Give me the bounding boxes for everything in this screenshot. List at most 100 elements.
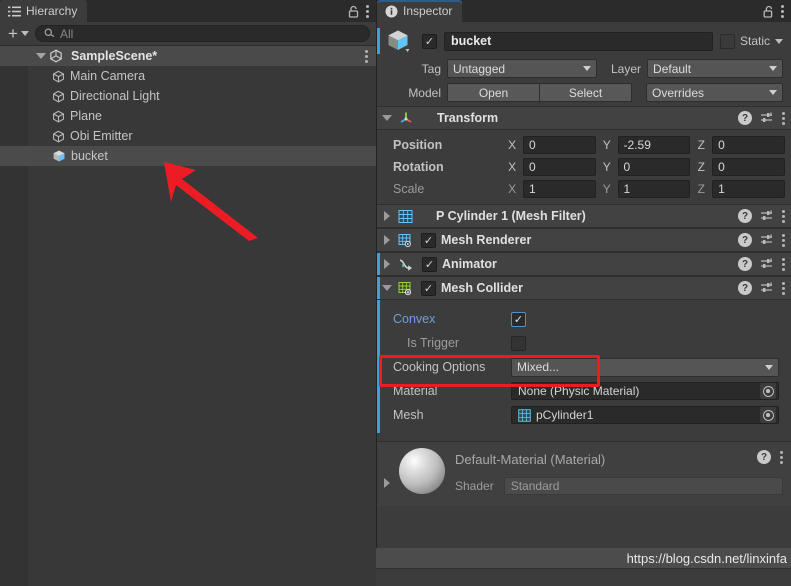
model-select-label: Select	[568, 85, 603, 100]
kebab-menu-icon[interactable]	[782, 257, 785, 271]
help-icon[interactable]: ?	[738, 281, 752, 295]
preset-icon[interactable]	[760, 281, 774, 295]
component-accent-bar	[377, 253, 380, 275]
kebab-menu-icon[interactable]	[782, 281, 785, 295]
transform-row-scale: Scale X 1 Y 1 Z 1	[383, 178, 786, 200]
component-header-mesh-filter[interactable]: P Cylinder 1 (Mesh Filter) ?	[377, 204, 791, 228]
is-trigger-checkbox[interactable]	[511, 335, 526, 351]
scale-x-field[interactable]: 1	[522, 180, 596, 198]
lock-icon[interactable]	[763, 5, 774, 18]
axis-x-label: X	[508, 160, 517, 174]
object-picker-icon[interactable]	[760, 383, 776, 399]
kebab-menu-icon[interactable]	[780, 450, 783, 464]
scale-y-field[interactable]: 1	[617, 180, 691, 198]
help-icon[interactable]: ?	[757, 450, 771, 464]
kebab-menu-icon[interactable]	[782, 233, 785, 247]
help-icon[interactable]: ?	[738, 233, 752, 247]
position-y-field[interactable]: -2.59	[617, 136, 691, 154]
mesh-object-field[interactable]: pCylinder1	[511, 406, 779, 424]
tab-inspector[interactable]: Inspector	[377, 0, 463, 22]
help-icon[interactable]: ?	[738, 111, 752, 125]
shader-value: Standard	[510, 479, 560, 493]
overrides-dropdown[interactable]: Overrides	[646, 83, 783, 102]
add-gameobject-button[interactable]: +	[6, 24, 31, 44]
static-checkbox[interactable]	[719, 33, 735, 49]
gameobject-icon	[52, 90, 65, 103]
mesh-label: Mesh	[393, 408, 424, 422]
transform-foldout[interactable]	[381, 115, 393, 121]
kebab-menu-icon[interactable]	[366, 4, 369, 18]
mesh-renderer-enabled-checkbox[interactable]: ✓	[421, 232, 436, 248]
scale-z-field[interactable]: 1	[712, 180, 786, 198]
tag-value: Untagged	[453, 61, 506, 76]
component-header-transform[interactable]: Transform ?	[377, 106, 791, 130]
model-select-button[interactable]: Select	[539, 83, 632, 102]
chevron-down-icon[interactable]	[36, 53, 46, 59]
material-object-field[interactable]: None (Physic Material)	[511, 382, 779, 400]
lock-icon[interactable]	[348, 5, 359, 18]
position-z-field[interactable]: 0	[712, 136, 786, 154]
add-gameobject-label: +	[8, 23, 18, 43]
kebab-menu-icon[interactable]	[782, 111, 785, 125]
cooking-options-dropdown[interactable]: Mixed...	[511, 357, 779, 377]
tag-dropdown[interactable]: Untagged	[447, 59, 597, 78]
rotation-y-field[interactable]: 0	[617, 158, 691, 176]
mesh-collider-foldout[interactable]	[381, 285, 393, 291]
layer-dropdown[interactable]: Default	[647, 59, 783, 78]
rotation-x-value: 0	[528, 160, 536, 174]
scene-kebab-menu-icon[interactable]	[365, 49, 368, 63]
preset-icon[interactable]	[760, 111, 774, 125]
hierarchy-tabstrip: Hierarchy	[0, 0, 376, 22]
gameobject-name-field[interactable]: bucket	[444, 31, 713, 51]
search-placeholder: All	[59, 26, 74, 41]
preset-icon[interactable]	[760, 257, 774, 271]
hierarchy-item-label: Directional Light	[70, 89, 160, 103]
hierarchy-item-obi-emitter[interactable]: Obi Emitter	[0, 126, 376, 146]
kebab-menu-icon[interactable]	[781, 4, 784, 18]
mesh-value: pCylinder1	[536, 408, 594, 422]
transform-axis-icon	[398, 110, 414, 126]
position-x-field[interactable]: 0	[522, 136, 596, 154]
preset-icon[interactable]	[760, 209, 774, 223]
preset-icon[interactable]	[760, 233, 774, 247]
tab-hierarchy[interactable]: Hierarchy	[0, 0, 88, 22]
object-picker-icon[interactable]	[760, 407, 776, 423]
search-input[interactable]: All	[34, 25, 370, 42]
chevron-right-icon	[384, 478, 390, 488]
help-icon[interactable]: ?	[738, 209, 752, 223]
kebab-menu-icon[interactable]	[782, 209, 785, 223]
hierarchy-scene-row[interactable]: SampleScene*	[0, 46, 376, 66]
shader-dropdown[interactable]: Standard	[503, 477, 783, 495]
convex-checkbox[interactable]: ✓	[511, 311, 526, 327]
position-x-value: 0	[528, 138, 536, 152]
mesh-filter-foldout[interactable]	[381, 211, 393, 221]
mesh-collider-enabled-checkbox[interactable]: ✓	[421, 280, 436, 296]
component-header-mesh-renderer[interactable]: ✓ Mesh Renderer ?	[377, 228, 791, 252]
rotation-z-field[interactable]: 0	[712, 158, 786, 176]
component-header-animator[interactable]: ✓ Animator ?	[377, 252, 791, 276]
mesh-filter-title: P Cylinder 1 (Mesh Filter)	[436, 209, 586, 223]
prefab-icon	[377, 28, 415, 54]
component-header-mesh-collider[interactable]: ✓ Mesh Collider ?	[377, 276, 791, 300]
hierarchy-item-plane[interactable]: Plane	[0, 106, 376, 126]
hierarchy-item-main-camera[interactable]: Main Camera	[0, 66, 376, 86]
mesh-filter-icon	[518, 408, 531, 422]
mesh-renderer-foldout[interactable]	[381, 235, 393, 245]
hierarchy-item-bucket[interactable]: bucket	[0, 146, 376, 166]
gameobject-icon	[52, 130, 65, 143]
animator-enabled-checkbox[interactable]: ✓	[422, 256, 437, 272]
chevron-down-icon[interactable]	[775, 38, 783, 44]
chevron-down-icon	[382, 285, 392, 291]
hierarchy-item-label: bucket	[71, 149, 108, 163]
rotation-x-field[interactable]: 0	[522, 158, 596, 176]
material-foldout[interactable]	[381, 478, 393, 488]
transform-position-label: Position	[393, 138, 443, 152]
hierarchy-tree: SampleScene* Main Camera Directional Lig…	[0, 46, 376, 586]
gameobject-enabled-checkbox[interactable]: ✓	[422, 33, 437, 49]
help-icon[interactable]: ?	[738, 257, 752, 271]
hierarchy-scene-label: SampleScene*	[71, 49, 158, 63]
hierarchy-item-directional-light[interactable]: Directional Light	[0, 86, 376, 106]
animator-foldout[interactable]	[381, 259, 393, 269]
mesh-collider-icon	[398, 281, 413, 296]
model-open-button[interactable]: Open	[447, 83, 540, 102]
